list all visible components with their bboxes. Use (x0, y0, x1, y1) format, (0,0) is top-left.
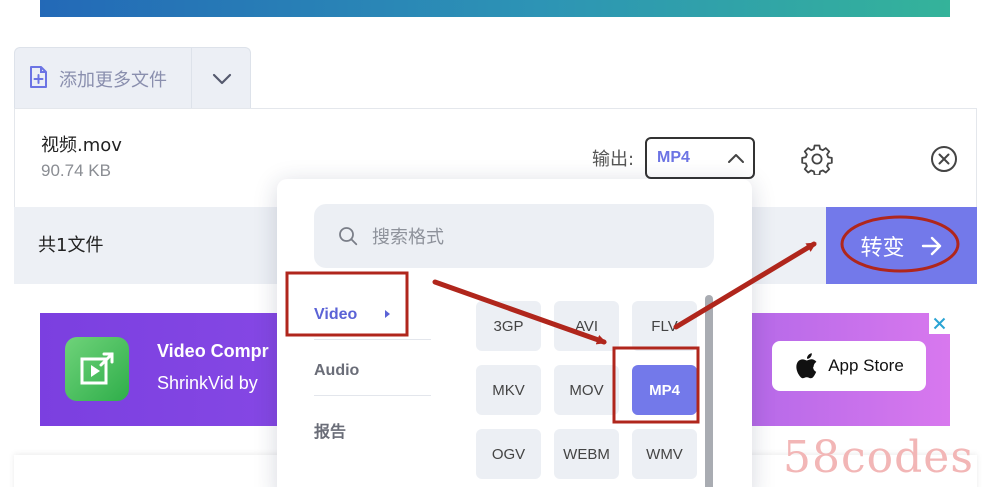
apple-icon (796, 353, 817, 379)
format-option-webm[interactable]: WEBM (554, 429, 619, 479)
output-format-select[interactable]: MP4 (645, 137, 755, 179)
format-option-mkv[interactable]: MKV (476, 365, 541, 415)
output-format-value: MP4 (657, 149, 690, 166)
format-option-flv[interactable]: FLV (632, 301, 697, 351)
add-files-bar: 添加更多文件 (14, 47, 252, 110)
format-option-3gp[interactable]: 3GP (476, 301, 541, 351)
category-audio[interactable]: Audio (314, 362, 359, 380)
format-option-ogv[interactable]: OGV (476, 429, 541, 479)
ad-title: Video Compr (157, 341, 269, 361)
category-video[interactable]: Video (314, 306, 392, 324)
remove-file-button[interactable] (929, 144, 959, 174)
close-icon (933, 317, 946, 330)
add-files-button[interactable]: 添加更多文件 (15, 48, 191, 110)
format-dropdown: 搜索格式 Video Audio 报告 3GP AVI FLV MKV MOV … (277, 179, 752, 487)
category-divider (314, 395, 431, 396)
format-option-mp4[interactable]: MP4 (632, 365, 697, 415)
category-video-label: Video (314, 306, 358, 323)
top-banner (40, 0, 950, 17)
chevron-down-icon (212, 73, 232, 85)
format-option-avi[interactable]: AVI (554, 301, 619, 351)
chevron-up-icon (728, 154, 744, 163)
format-option-mov[interactable]: MOV (554, 365, 619, 415)
ad-close-button[interactable] (929, 313, 950, 334)
app-icon (65, 337, 129, 401)
total-files-label: 共1文件 (38, 235, 104, 256)
format-list-scrollbar[interactable] (705, 295, 713, 487)
close-circle-icon (931, 146, 957, 172)
watermark: 58codes (783, 432, 974, 483)
caret-right-icon (384, 310, 390, 318)
app-store-button[interactable]: App Store (772, 341, 926, 391)
gear-icon[interactable] (801, 143, 833, 176)
search-placeholder: 搜索格式 (372, 227, 444, 248)
file-size: 90.74 KB (41, 161, 111, 180)
category-divider (314, 339, 431, 340)
search-icon (339, 227, 358, 246)
app-store-label: App Store (828, 356, 904, 375)
convert-button[interactable]: 转变 (826, 207, 977, 284)
add-files-label: 添加更多文件 (59, 70, 167, 91)
arrow-right-icon (921, 236, 941, 255)
category-audio-label: Audio (314, 362, 360, 379)
category-report[interactable]: 报告 (314, 418, 346, 442)
file-plus-icon (25, 64, 51, 94)
convert-label: 转变 (860, 235, 905, 261)
file-name: 视频.mov (41, 135, 122, 156)
output-label: 输出: (592, 149, 635, 170)
add-files-dropdown-button[interactable] (192, 48, 252, 110)
format-search-input[interactable]: 搜索格式 (314, 204, 714, 268)
converter-page: 添加更多文件 视频.mov 90.74 KB 输出: MP4 共1文件 转变 V… (0, 0, 984, 487)
format-option-wmv[interactable]: WMV (632, 429, 697, 479)
category-report-label: 报告 (314, 424, 347, 441)
ad-subtitle: ShrinkVid by (157, 373, 258, 393)
